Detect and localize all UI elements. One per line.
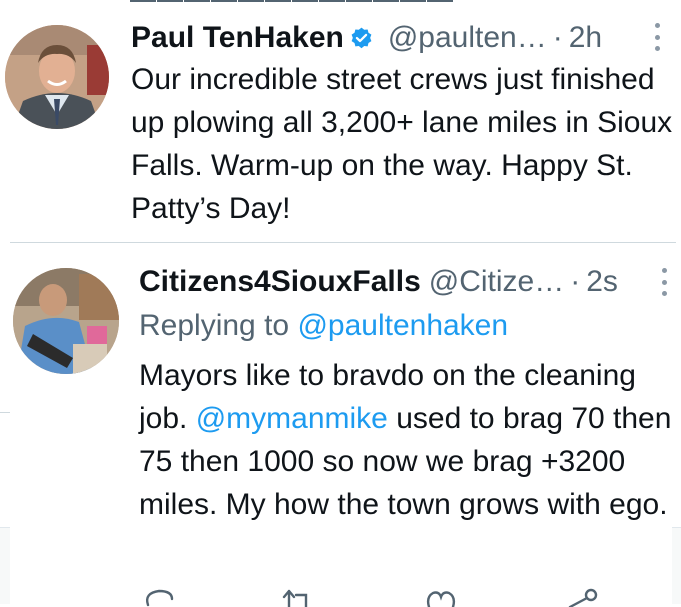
more-options-icon[interactable] bbox=[655, 23, 661, 51]
replying-to-handle-link[interactable]: @paultenhaken bbox=[297, 309, 508, 342]
more-options-icon[interactable] bbox=[662, 268, 668, 296]
tweet-text: Our incredible street crews just finishe… bbox=[131, 63, 673, 225]
author-handle[interactable]: @paulten… bbox=[388, 21, 547, 55]
like-icon[interactable] bbox=[424, 585, 458, 607]
retweet-icon[interactable] bbox=[280, 585, 314, 607]
replying-to: Replying to @paultenhaken bbox=[139, 304, 508, 347]
tweet-text: Mayors like to bravdo on the cleaning jo… bbox=[139, 354, 679, 526]
avatar[interactable] bbox=[13, 268, 119, 374]
author-handle[interactable]: @Citize… bbox=[429, 265, 564, 299]
author-name[interactable]: Paul TenHaken bbox=[131, 21, 344, 55]
share-icon[interactable] bbox=[566, 585, 600, 607]
separator-dot: · bbox=[552, 21, 563, 54]
avatar[interactable] bbox=[5, 25, 109, 129]
reply-icon[interactable] bbox=[142, 585, 176, 607]
tweet-actions-bar bbox=[0, 585, 681, 607]
author-name[interactable]: Citizens4SiouxFalls bbox=[139, 265, 421, 299]
mention-link[interactable]: @mymanmike bbox=[196, 402, 388, 435]
tweet-divider bbox=[10, 242, 676, 243]
tweet-timestamp[interactable]: 2h bbox=[569, 21, 602, 55]
tweet-paul-tenhaken[interactable]: Paul TenHaken @paulten… · 2h Our incredi… bbox=[0, 0, 681, 242]
tweet-timestamp[interactable]: 2s bbox=[586, 265, 618, 299]
tweet-header: Citizens4SiouxFalls @Citize… · 2s bbox=[139, 260, 618, 304]
verified-badge-icon bbox=[351, 27, 372, 48]
separator-dot: · bbox=[570, 265, 581, 298]
tweet-header: Paul TenHaken @paulten… · 2h bbox=[131, 16, 602, 60]
replying-to-label: Replying to bbox=[139, 309, 298, 342]
edge-divider bbox=[0, 412, 10, 413]
